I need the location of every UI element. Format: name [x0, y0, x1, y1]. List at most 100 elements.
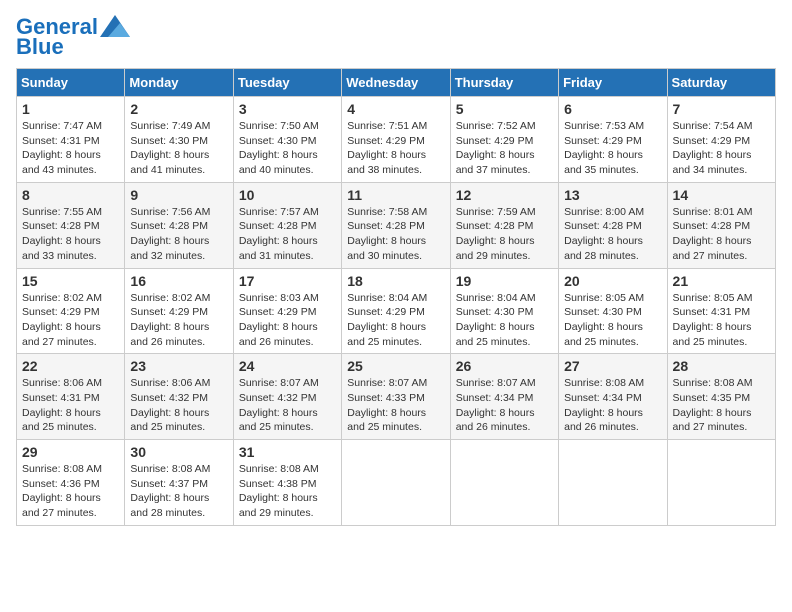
calendar-cell: 5 Sunrise: 7:52 AMSunset: 4:29 PMDaylight… — [450, 97, 558, 183]
day-detail: Sunrise: 7:57 AMSunset: 4:28 PMDaylight:… — [239, 205, 336, 264]
day-number: 16 — [130, 273, 227, 289]
day-number: 17 — [239, 273, 336, 289]
calendar-cell: 23 Sunrise: 8:06 AMSunset: 4:32 PMDayligh… — [125, 354, 233, 440]
day-number: 13 — [564, 187, 661, 203]
calendar-week-row: 1 Sunrise: 7:47 AMSunset: 4:31 PMDaylight… — [17, 97, 776, 183]
day-detail: Sunrise: 8:07 AMSunset: 4:34 PMDaylight:… — [456, 376, 553, 435]
day-number: 11 — [347, 187, 444, 203]
calendar-cell: 15 Sunrise: 8:02 AMSunset: 4:29 PMDayligh… — [17, 268, 125, 354]
calendar-cell: 1 Sunrise: 7:47 AMSunset: 4:31 PMDaylight… — [17, 97, 125, 183]
day-detail: Sunrise: 8:06 AMSunset: 4:32 PMDaylight:… — [130, 376, 227, 435]
day-number: 21 — [673, 273, 770, 289]
calendar-cell: 11 Sunrise: 7:58 AMSunset: 4:28 PMDayligh… — [342, 182, 450, 268]
logo-icon — [100, 15, 130, 37]
calendar-week-row: 22 Sunrise: 8:06 AMSunset: 4:31 PMDayligh… — [17, 354, 776, 440]
calendar-cell: 16 Sunrise: 8:02 AMSunset: 4:29 PMDayligh… — [125, 268, 233, 354]
day-detail: Sunrise: 8:05 AMSunset: 4:31 PMDaylight:… — [673, 291, 770, 350]
day-detail: Sunrise: 7:59 AMSunset: 4:28 PMDaylight:… — [456, 205, 553, 264]
calendar-cell: 14 Sunrise: 8:01 AMSunset: 4:28 PMDayligh… — [667, 182, 775, 268]
day-number: 30 — [130, 444, 227, 460]
day-number: 7 — [673, 101, 770, 117]
day-number: 8 — [22, 187, 119, 203]
day-detail: Sunrise: 7:54 AMSunset: 4:29 PMDaylight:… — [673, 119, 770, 178]
calendar-cell: 22 Sunrise: 8:06 AMSunset: 4:31 PMDayligh… — [17, 354, 125, 440]
day-detail: Sunrise: 7:58 AMSunset: 4:28 PMDaylight:… — [347, 205, 444, 264]
calendar-cell: 29 Sunrise: 8:08 AMSunset: 4:36 PMDayligh… — [17, 440, 125, 526]
day-number: 31 — [239, 444, 336, 460]
day-detail: Sunrise: 7:53 AMSunset: 4:29 PMDaylight:… — [564, 119, 661, 178]
calendar-cell: 27 Sunrise: 8:08 AMSunset: 4:34 PMDayligh… — [559, 354, 667, 440]
day-detail: Sunrise: 8:02 AMSunset: 4:29 PMDaylight:… — [22, 291, 119, 350]
day-number: 14 — [673, 187, 770, 203]
calendar-cell — [667, 440, 775, 526]
day-detail: Sunrise: 8:04 AMSunset: 4:30 PMDaylight:… — [456, 291, 553, 350]
day-number: 12 — [456, 187, 553, 203]
calendar-cell: 2Sunrise: 7:49 AMSunset: 4:30 PMDaylight… — [125, 97, 233, 183]
day-number: 27 — [564, 358, 661, 374]
calendar-cell: 25 Sunrise: 8:07 AMSunset: 4:33 PMDayligh… — [342, 354, 450, 440]
calendar-cell: 24 Sunrise: 8:07 AMSunset: 4:32 PMDayligh… — [233, 354, 341, 440]
calendar-week-row: 8Sunrise: 7:55 AMSunset: 4:28 PMDaylight… — [17, 182, 776, 268]
calendar-cell: 12 Sunrise: 7:59 AMSunset: 4:28 PMDayligh… — [450, 182, 558, 268]
day-number: 22 — [22, 358, 119, 374]
day-number: 6 — [564, 101, 661, 117]
day-detail: Sunrise: 8:05 AMSunset: 4:30 PMDaylight:… — [564, 291, 661, 350]
day-number: 25 — [347, 358, 444, 374]
logo-blue: Blue — [16, 34, 64, 60]
day-detail: Sunrise: 8:01 AMSunset: 4:28 PMDaylight:… — [673, 205, 770, 264]
calendar-cell: 19 Sunrise: 8:04 AMSunset: 4:30 PMDayligh… — [450, 268, 558, 354]
header-thursday: Thursday — [450, 69, 558, 97]
day-number: 19 — [456, 273, 553, 289]
day-number: 1 — [22, 101, 119, 117]
day-detail: Sunrise: 8:07 AMSunset: 4:33 PMDaylight:… — [347, 376, 444, 435]
calendar-cell: 3 Sunrise: 7:50 AMSunset: 4:30 PMDaylight… — [233, 97, 341, 183]
calendar-cell: 10 Sunrise: 7:57 AMSunset: 4:28 PMDayligh… — [233, 182, 341, 268]
calendar-cell — [559, 440, 667, 526]
calendar-cell: 28 Sunrise: 8:08 AMSunset: 4:35 PMDayligh… — [667, 354, 775, 440]
calendar-cell: 13Sunrise: 8:00 AMSunset: 4:28 PMDayligh… — [559, 182, 667, 268]
header-monday: Monday — [125, 69, 233, 97]
calendar-header-row: SundayMondayTuesdayWednesdayThursdayFrid… — [17, 69, 776, 97]
day-detail: Sunrise: 7:49 AMSunset: 4:30 PMDaylight:… — [130, 119, 227, 178]
logo: General Blue — [16, 16, 130, 60]
calendar-cell: 21 Sunrise: 8:05 AMSunset: 4:31 PMDayligh… — [667, 268, 775, 354]
calendar-week-row: 15 Sunrise: 8:02 AMSunset: 4:29 PMDayligh… — [17, 268, 776, 354]
day-detail: Sunrise: 7:51 AMSunset: 4:29 PMDaylight:… — [347, 119, 444, 178]
day-detail: Sunrise: 7:50 AMSunset: 4:30 PMDaylight:… — [239, 119, 336, 178]
day-number: 23 — [130, 358, 227, 374]
calendar-cell: 31 Sunrise: 8:08 AMSunset: 4:38 PMDayligh… — [233, 440, 341, 526]
day-number: 9 — [130, 187, 227, 203]
day-detail: Sunrise: 8:08 AMSunset: 4:34 PMDaylight:… — [564, 376, 661, 435]
calendar-cell: 20Sunrise: 8:05 AMSunset: 4:30 PMDayligh… — [559, 268, 667, 354]
day-detail: Sunrise: 7:52 AMSunset: 4:29 PMDaylight:… — [456, 119, 553, 178]
day-number: 3 — [239, 101, 336, 117]
day-number: 26 — [456, 358, 553, 374]
day-detail: Sunrise: 8:06 AMSunset: 4:31 PMDaylight:… — [22, 376, 119, 435]
day-detail: Sunrise: 8:08 AMSunset: 4:38 PMDaylight:… — [239, 462, 336, 521]
day-detail: Sunrise: 8:03 AMSunset: 4:29 PMDaylight:… — [239, 291, 336, 350]
calendar-week-row: 29 Sunrise: 8:08 AMSunset: 4:36 PMDayligh… — [17, 440, 776, 526]
day-number: 5 — [456, 101, 553, 117]
day-detail: Sunrise: 7:47 AMSunset: 4:31 PMDaylight:… — [22, 119, 119, 178]
day-number: 28 — [673, 358, 770, 374]
day-detail: Sunrise: 8:07 AMSunset: 4:32 PMDaylight:… — [239, 376, 336, 435]
header-saturday: Saturday — [667, 69, 775, 97]
day-number: 4 — [347, 101, 444, 117]
calendar-cell — [450, 440, 558, 526]
day-detail: Sunrise: 8:08 AMSunset: 4:35 PMDaylight:… — [673, 376, 770, 435]
day-number: 29 — [22, 444, 119, 460]
day-detail: Sunrise: 8:08 AMSunset: 4:36 PMDaylight:… — [22, 462, 119, 521]
day-detail: Sunrise: 8:08 AMSunset: 4:37 PMDaylight:… — [130, 462, 227, 521]
page-header: General Blue — [16, 16, 776, 60]
calendar-cell: 6 Sunrise: 7:53 AMSunset: 4:29 PMDaylight… — [559, 97, 667, 183]
calendar-cell: 4 Sunrise: 7:51 AMSunset: 4:29 PMDaylight… — [342, 97, 450, 183]
day-number: 15 — [22, 273, 119, 289]
day-detail: Sunrise: 8:02 AMSunset: 4:29 PMDaylight:… — [130, 291, 227, 350]
day-detail: Sunrise: 7:56 AMSunset: 4:28 PMDaylight:… — [130, 205, 227, 264]
day-number: 10 — [239, 187, 336, 203]
header-tuesday: Tuesday — [233, 69, 341, 97]
calendar-cell: 17 Sunrise: 8:03 AMSunset: 4:29 PMDayligh… — [233, 268, 341, 354]
day-number: 24 — [239, 358, 336, 374]
calendar-cell: 18Sunrise: 8:04 AMSunset: 4:29 PMDayligh… — [342, 268, 450, 354]
calendar-cell: 26 Sunrise: 8:07 AMSunset: 4:34 PMDayligh… — [450, 354, 558, 440]
